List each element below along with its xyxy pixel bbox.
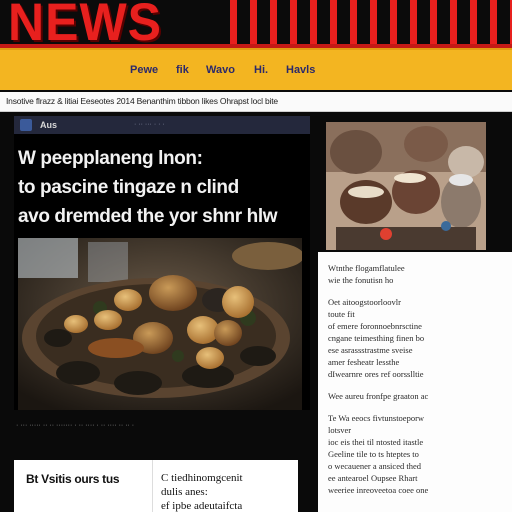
section-icon [20,119,32,131]
side-paragraph-line: Oet aitoogstoorloovlr [328,297,401,307]
side-paragraph-line: wie the fonutisn ho [328,275,394,285]
side-paragraph-line: Te Wa eeocs fivtunstoeporw [328,413,425,423]
headline-line: to pascine tingaze n clind [18,177,239,198]
story-card-right[interactable]: C tiedhinomgcenit dulis anes: ef ipbe ad… [152,460,298,512]
section-label[interactable]: Aus [40,120,57,130]
nav-item-4[interactable]: Hi. [254,64,268,76]
side-paragraph-line: of emere foronnoebnrsctine [328,321,422,331]
story-card-left[interactable]: Bt Vsitis ours tus [14,460,152,512]
side-paragraph-line: weeriee inreoveetoa coee one [328,485,429,495]
masthead: NEWS [0,0,512,48]
article-toolbar: Aus · ·· ··· · · · [14,116,310,134]
nav-item-1[interactable]: Pewe [130,64,158,76]
side-paragraph-line: o wecauener a ansiced thed [328,461,421,471]
main-headline[interactable]: W peepplaneng lnon: to pascine tingaze n… [18,144,306,231]
photo-caption: · ··· ····· ·· ·· ······· · ·· ···· · ··… [16,422,135,429]
nav-item-2[interactable]: fik [176,64,189,76]
side-photo[interactable] [326,122,486,250]
headline-line: W peepplaneng lnon: [18,148,203,169]
side-paragraph-line: amer fesheatr lessthe [328,357,400,367]
nav-bar: Pewe fik Wavo Hi. Havls [0,48,512,90]
side-paragraph-line: Wtnthe flogamflatulee [328,263,405,273]
card-line: dulis anes: [161,486,208,498]
main-article: Aus · ·· ··· · · · W peepplaneng lnon: t… [14,116,310,410]
masthead-stripes [230,0,512,44]
side-paragraph-line: lotsver [328,425,352,435]
side-paragraph-line: Wee aureu fronfpe graaton ac [328,391,429,401]
headline-line: avo dremded the yor shnr hlw [18,206,278,227]
side-paragraph-line: ioc eis thei til ntosted itastle [328,437,424,447]
nav-item-5[interactable]: Havls [286,64,315,76]
main-photo[interactable] [18,238,302,410]
side-paragraph-line: ese asrassstrastme sveise [328,345,413,355]
side-paragraph-line: Geeline tile to ts hteptes to [328,449,419,459]
ticker-text[interactable]: Insotive flrazz & litiai Eeseotes 2014 B… [6,96,278,106]
card-line: C tiedhinomgcenit [161,472,243,484]
nav-item-3[interactable]: Wavo [206,64,235,76]
side-paragraph-line: dIwearnre ores ref oorsslltie [328,369,424,379]
side-article: Wtnthe flogamflatulee wie the fonutisn h… [318,252,512,512]
news-ticker: Insotive flrazz & litiai Eeseotes 2014 B… [0,92,512,112]
toolbar-meta: · ·· ··· · · · [134,121,165,128]
side-paragraph-line: cngane teimesthing finen bo [328,333,425,343]
side-paragraph-line: ee antearoel Oupsee Rhart [328,473,418,483]
card-line: ef ipbe adeutaifcta [161,500,243,512]
card-title: Bt Vsitis ours tus [26,472,120,486]
side-paragraph-line: toute fit [328,309,355,319]
site-logo[interactable]: NEWS [8,0,162,48]
